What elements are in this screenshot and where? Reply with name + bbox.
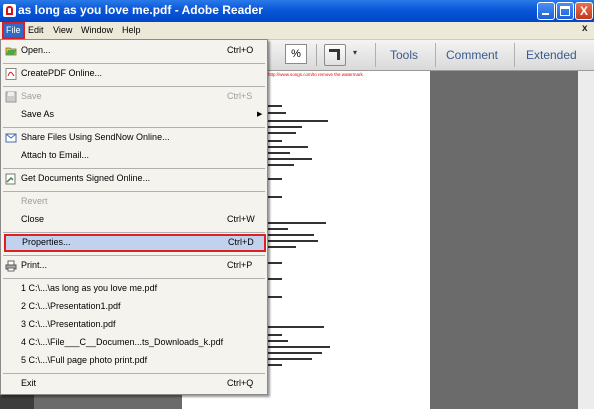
document-text-line <box>268 222 326 224</box>
vertical-scrollbar[interactable] <box>578 71 594 409</box>
document-text-line <box>268 132 296 134</box>
document-text-line <box>268 340 288 342</box>
menu-bar: File Edit View Window Help <box>0 22 594 40</box>
minimize-button[interactable] <box>537 2 555 20</box>
document-text-line <box>268 364 282 366</box>
document-text-line <box>268 126 302 128</box>
menu-view[interactable]: View <box>51 24 74 37</box>
document-text-line <box>268 158 312 160</box>
menu-separator <box>3 63 265 64</box>
menu-item-open[interactable]: Open... Ctrl+O <box>3 42 265 60</box>
document-text-line <box>268 178 282 180</box>
toolbar-divider <box>316 44 317 66</box>
menu-window[interactable]: Window <box>79 24 115 37</box>
menu-separator <box>3 168 265 169</box>
zoom-input[interactable]: % <box>285 44 307 64</box>
extended-button[interactable]: Extended <box>526 45 577 65</box>
document-text-line <box>268 326 324 328</box>
document-text-line <box>268 120 328 122</box>
toolbar-divider <box>435 43 436 67</box>
menu-item-close[interactable]: Close Ctrl+W <box>3 211 265 229</box>
document-text-line <box>268 358 312 360</box>
menu-item-revert[interactable]: Revert <box>3 193 265 211</box>
menu-separator <box>3 255 265 256</box>
menu-separator <box>3 232 265 233</box>
comment-button[interactable]: Comment <box>446 45 498 65</box>
document-text-line <box>268 112 286 114</box>
watermark-text: http://www.songs.com/to remove the water… <box>268 72 365 77</box>
document-text-line <box>268 246 296 248</box>
menu-item-recent-4[interactable]: 4 C:\...\File___C__Documen...ts_Download… <box>3 334 265 352</box>
menu-item-recent-3[interactable]: 3 C:\...\Presentation.pdf <box>3 316 265 334</box>
document-text-line <box>268 146 308 148</box>
document-text-line <box>268 152 290 154</box>
document-text-line <box>268 140 282 142</box>
document-text-line <box>268 164 294 166</box>
menu-file[interactable]: File <box>2 22 25 39</box>
open-folder-icon <box>5 45 17 57</box>
document-text-line <box>268 228 288 230</box>
toolbar-divider <box>514 43 515 67</box>
menu-separator <box>3 86 265 87</box>
document-text-line <box>268 346 330 348</box>
window-title: as long as you love me.pdf - Adobe Reade… <box>18 3 263 17</box>
menu-item-share-files[interactable]: Share Files Using SendNow Online... <box>3 129 265 147</box>
menu-item-recent-2[interactable]: 2 C:\...\Presentation1.pdf <box>3 298 265 316</box>
close-window-button[interactable]: X <box>575 2 593 20</box>
menu-item-attach-to-email[interactable]: Attach to Email... <box>3 147 265 165</box>
title-bar: as long as you love me.pdf - Adobe Reade… <box>0 0 594 22</box>
expand-icon[interactable] <box>324 44 346 66</box>
save-icon <box>5 91 17 103</box>
menu-edit[interactable]: Edit <box>26 24 46 37</box>
document-text-line <box>268 196 282 198</box>
menu-item-createpdf-online[interactable]: CreatePDF Online... <box>3 65 265 83</box>
document-text-line <box>268 234 314 236</box>
document-text-line <box>268 105 282 107</box>
menu-separator <box>3 191 265 192</box>
share-icon <box>5 132 17 144</box>
file-menu-dropdown: Open... Ctrl+O CreatePDF Online... Save … <box>0 39 268 395</box>
menu-separator <box>3 127 265 128</box>
sign-icon <box>5 173 17 185</box>
adobe-reader-icon <box>3 4 16 17</box>
menu-item-recent-5[interactable]: 5 C:\...\Full page photo print.pdf <box>3 352 265 370</box>
chevron-down-icon[interactable]: ▾ <box>353 48 357 57</box>
document-text-line <box>268 262 282 264</box>
menu-item-print[interactable]: Print... Ctrl+P <box>3 257 265 275</box>
tools-button[interactable]: Tools <box>390 45 418 65</box>
menu-item-exit[interactable]: Exit Ctrl+Q <box>3 375 265 393</box>
close-icon: X <box>579 4 588 18</box>
document-text-line <box>268 334 282 336</box>
menu-item-properties[interactable]: Properties... Ctrl+D <box>4 234 266 252</box>
menu-item-save-as[interactable]: Save As ▶ <box>3 106 265 124</box>
document-text-line <box>268 240 318 242</box>
maximize-button[interactable] <box>556 2 574 20</box>
menu-item-get-documents-signed[interactable]: Get Documents Signed Online... <box>3 170 265 188</box>
menu-separator <box>3 373 265 374</box>
menu-help[interactable]: Help <box>120 24 143 37</box>
printer-icon <box>5 260 17 272</box>
close-document-button[interactable]: x <box>582 23 588 34</box>
menu-separator <box>3 278 265 279</box>
menu-item-recent-1[interactable]: 1 C:\...\as long as you love me.pdf <box>3 280 265 298</box>
menu-item-save[interactable]: Save Ctrl+S <box>3 88 265 106</box>
document-text-line <box>268 278 282 280</box>
document-text-line <box>268 296 282 298</box>
submenu-arrow-icon: ▶ <box>257 111 263 118</box>
toolbar-divider <box>375 43 376 67</box>
document-text-line <box>268 352 322 354</box>
create-pdf-icon <box>5 68 17 80</box>
